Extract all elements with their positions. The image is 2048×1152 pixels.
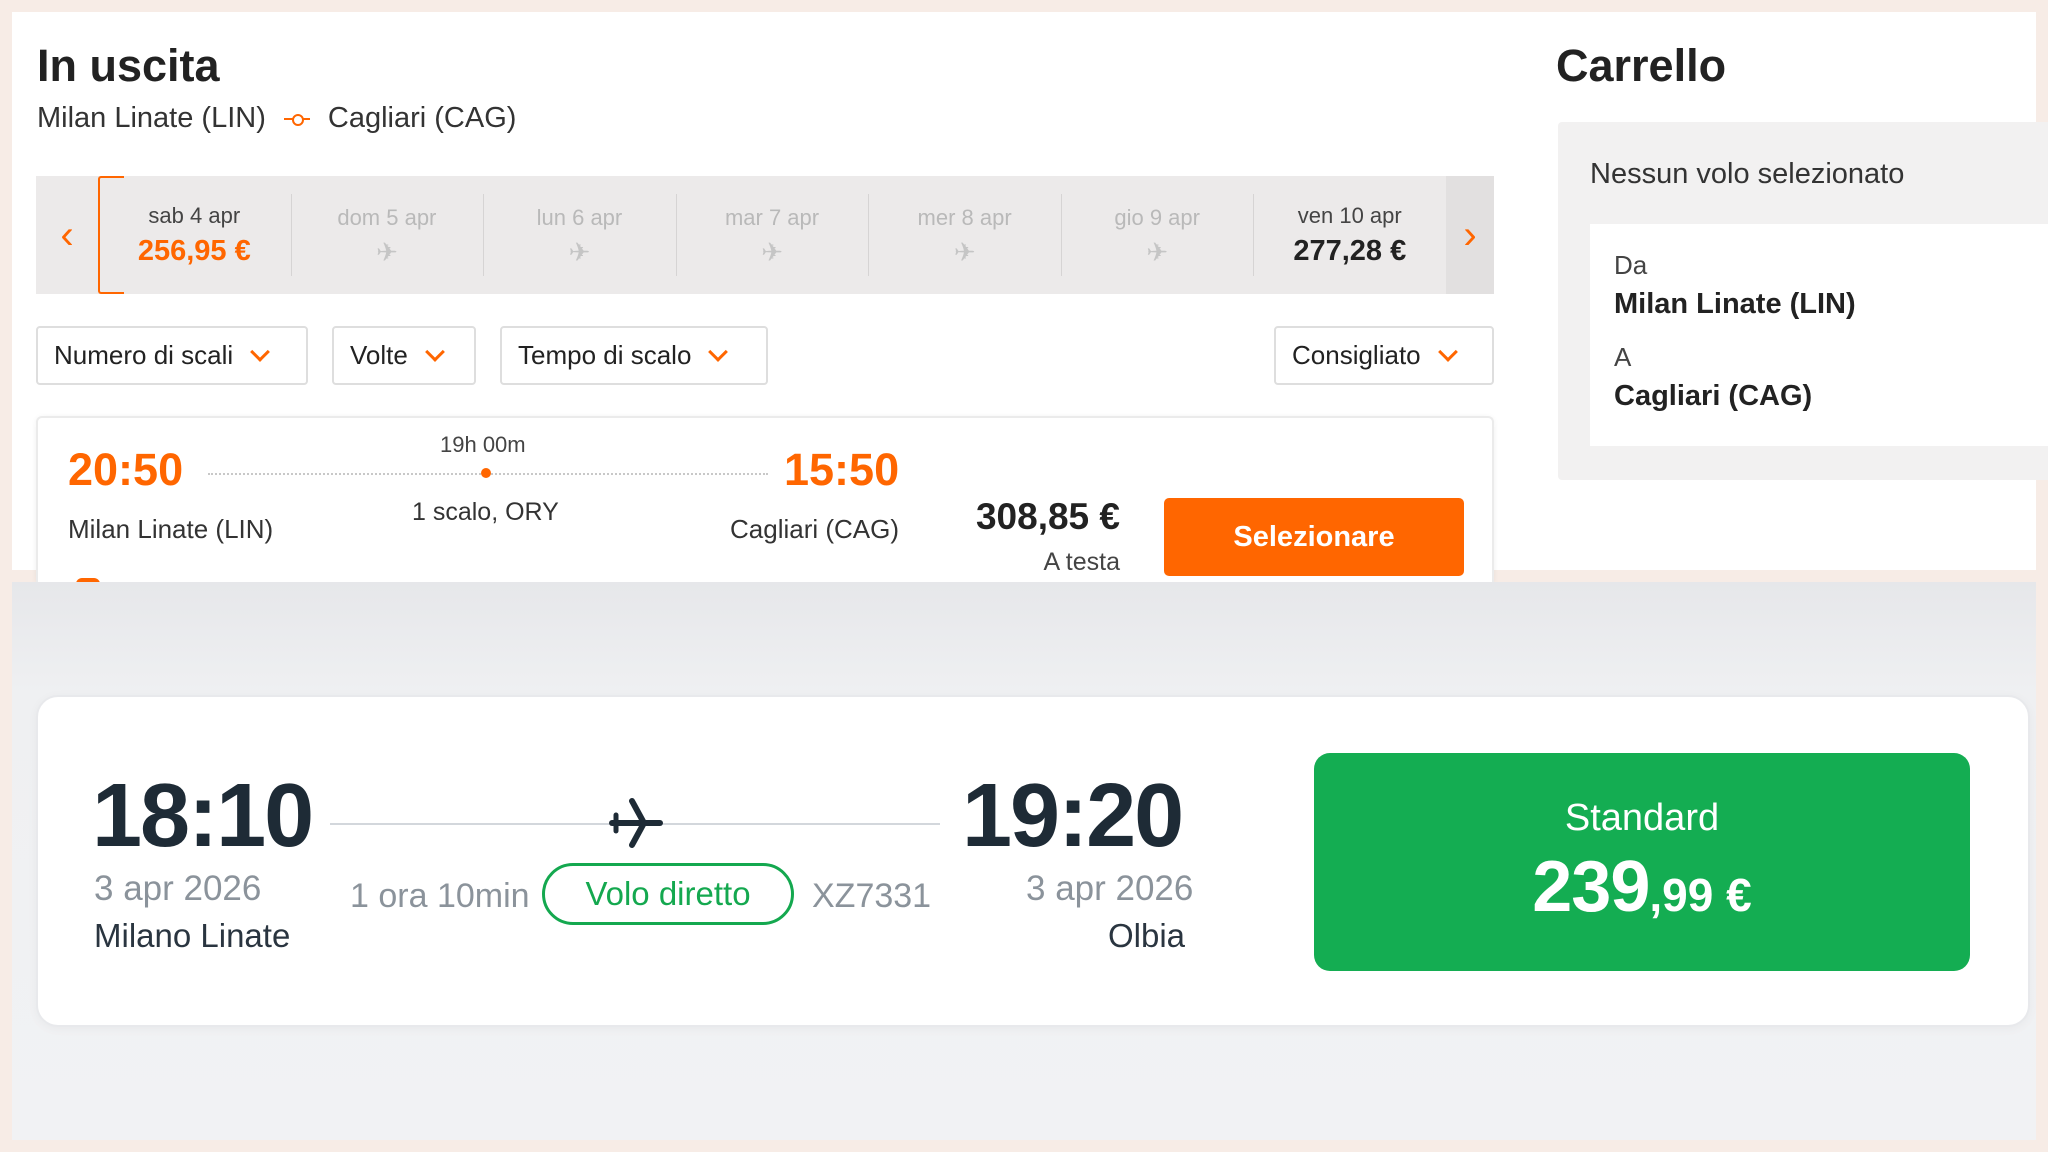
route-origin: Milan Linate (LIN) (37, 102, 266, 134)
cart-panel: Nessun volo selezionato Da Milan Linate … (1558, 122, 2048, 480)
date-label: mar 7 apr (724, 205, 820, 230)
arrival-airport: Cagliari (CAG) (730, 514, 900, 544)
arrival-date: 3 apr 2026 (1026, 869, 1194, 908)
date-cell-dom-5-apr: dom 5 apr ✈︎ (290, 176, 484, 294)
plane-crossed-icon: ✈︎ (1146, 237, 1169, 267)
date-label: mer 8 apr (917, 205, 1012, 230)
fare-price: 239,99 € (1532, 846, 1751, 928)
departure-date: 3 apr 2026 (94, 869, 262, 908)
stops-info: 1 scalo, ORY (412, 498, 559, 526)
date-cell-sab-4-apr[interactable]: sab 4 apr 256,95 € (98, 176, 291, 294)
date-cell-mar-7-apr: mar 7 apr ✈︎ (675, 176, 869, 294)
flight-price: 308,85 € (975, 496, 1120, 537)
filter-label: Volte (350, 340, 408, 370)
filter-layover-dropdown[interactable]: Tempo di scalo (500, 326, 768, 385)
date-cell-ven-10-apr[interactable]: ven 10 apr 277,28 € (1253, 176, 1446, 294)
departure-time: 18:10 (92, 766, 314, 866)
arrival-time: 19:20 (962, 766, 1184, 866)
stop-dot (481, 468, 491, 478)
departure-city: Milano Linate (94, 917, 291, 954)
filter-airlines-dropdown[interactable]: Volte (332, 326, 476, 385)
direct-flight-badge: Volo diretto (542, 863, 794, 925)
flight-duration: 19h 00m (440, 432, 526, 457)
route-connector-icon (283, 112, 310, 126)
cart-to-value: Cagliari (CAG) (1614, 380, 1813, 412)
arrival-time: 15:50 (784, 444, 900, 495)
route-summary: Milan Linate (LIN) Cagliari (CAG) (37, 102, 516, 135)
date-price: 256,95 € (137, 234, 251, 267)
chevron-right-icon[interactable]: › (1446, 176, 1494, 294)
plane-crossed-icon: ✈︎ (953, 237, 976, 267)
filter-stops-dropdown[interactable]: Numero di scali (36, 326, 308, 385)
price-per-person: A testa (1043, 548, 1120, 576)
date-price: 277,28 € (1293, 234, 1407, 267)
fare-name: Standard (1564, 796, 1720, 839)
arrival-city: Olbia (1108, 917, 1186, 954)
outbound-title: In uscita (37, 40, 220, 91)
flight-duration: 1 ora 10min (350, 877, 530, 915)
fare-standard-button[interactable]: Standard 239,99 € (1314, 753, 1970, 971)
cart-from-value: Milan Linate (LIN) (1614, 288, 1856, 320)
top-screenshot: In uscita Milan Linate (LIN) Cagliari (C… (12, 12, 2048, 582)
cart-to-label: A (1614, 342, 1632, 372)
date-label: dom 5 apr (337, 205, 437, 230)
date-cell-lun-6-apr: lun 6 apr ✈︎ (483, 176, 676, 294)
fare-price-decimal: ,99 € (1649, 868, 1752, 921)
direct-flight-card: 18:10 3 apr 2026 Milano Linate 1 ora 10m… (36, 695, 2030, 1027)
date-selector: ‹ sab 4 apr 256,95 € dom 5 apr ✈︎ lun 6 … (36, 176, 1494, 294)
flight-number: XZ7331 (812, 877, 932, 915)
sort-dropdown[interactable]: Consigliato (1274, 326, 1494, 385)
flight-result-card: 20:50 Milan Linate (LIN) 19h 00m 1 scalo… (36, 416, 1494, 582)
plane-icon (609, 798, 663, 848)
date-label: sab 4 apr (148, 202, 241, 228)
cart-from-label: Da (1614, 250, 1648, 280)
date-cell-mer-8-apr: mer 8 apr ✈︎ (868, 176, 1061, 294)
departure-time: 20:50 (68, 444, 184, 495)
cart-title: Carrello (1556, 40, 1727, 91)
chevron-left-icon[interactable]: ‹ (36, 176, 98, 294)
date-label: ven 10 apr (1297, 202, 1402, 228)
route-destination: Cagliari (CAG) (327, 102, 517, 134)
cart-empty-message: Nessun volo selezionato (1590, 158, 1905, 190)
fare-price-integer: 239 (1532, 846, 1650, 927)
departure-airport: Milan Linate (LIN) (68, 514, 274, 544)
plane-crossed-icon: ✈︎ (568, 237, 591, 267)
chevron-down-icon (708, 341, 729, 362)
filter-label: Tempo di scalo (518, 340, 692, 370)
cart-route-summary: Da Milan Linate (LIN) A Cagliari (CAG) (1590, 224, 2048, 446)
sort-label: Consigliato (1292, 340, 1421, 370)
plane-crossed-icon: ✈︎ (761, 237, 783, 267)
filter-label: Numero di scali (54, 340, 234, 370)
chevron-down-icon (424, 341, 445, 362)
date-label: lun 6 apr (536, 205, 623, 230)
chevron-down-icon (250, 341, 271, 362)
plane-crossed-icon: ✈︎ (375, 237, 398, 267)
chevron-down-icon (1437, 341, 1458, 362)
select-flight-button[interactable]: Selezionare (1164, 498, 1464, 576)
date-label: gio 9 apr (1114, 205, 1200, 230)
date-cell-gio-9-apr: gio 9 apr ✈︎ (1060, 176, 1254, 294)
